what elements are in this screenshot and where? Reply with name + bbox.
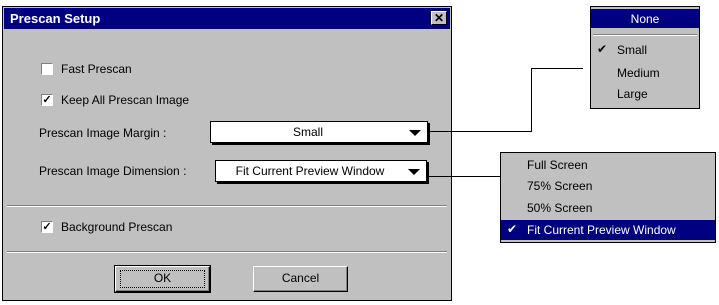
title-bar[interactable]: Prescan Setup ✕: [4, 8, 450, 29]
divider: [7, 251, 447, 253]
dimension-popup-menu: Full Screen 75% Screen 50% Screen ✔ Fit …: [500, 152, 716, 243]
dialog-title: Prescan Setup: [10, 11, 101, 26]
cancel-button[interactable]: Cancel: [253, 266, 348, 292]
connector-line: [531, 68, 583, 69]
menu-item-small[interactable]: ✔ Small: [591, 40, 699, 60]
background-prescan-label: Background Prescan: [61, 220, 173, 234]
check-icon: ✔: [507, 222, 518, 236]
menu-item-75-screen[interactable]: 75% Screen: [501, 176, 715, 196]
margin-popup-menu: None ✔ Small Medium Large: [590, 6, 700, 109]
connector-line: [428, 131, 532, 132]
fast-prescan-label: Fast Prescan: [61, 62, 132, 76]
menu-separator: [593, 34, 697, 36]
fast-prescan-checkbox[interactable]: [41, 63, 53, 75]
menu-item-none[interactable]: None: [591, 9, 699, 28]
dimension-value: Fit Current Preview Window: [235, 164, 385, 178]
margin-value: Small: [292, 125, 323, 139]
divider: [7, 205, 447, 207]
cancel-label: Cancel: [281, 271, 320, 285]
ok-button[interactable]: OK: [114, 265, 211, 293]
focus-rect: [120, 270, 205, 288]
close-button[interactable]: ✕: [431, 11, 447, 25]
margin-dropdown[interactable]: Small: [210, 121, 428, 143]
menu-item-medium[interactable]: Medium: [591, 63, 699, 83]
dimension-label: Prescan Image Dimension :: [39, 164, 187, 178]
margin-label: Prescan Image Margin :: [39, 126, 167, 140]
menu-item-fit-current-preview-window[interactable]: ✔ Fit Current Preview Window: [501, 220, 715, 240]
chevron-down-icon: [409, 130, 421, 136]
menu-item-50-screen[interactable]: 50% Screen: [501, 198, 715, 218]
connector-line: [531, 68, 532, 132]
background-prescan-checkbox[interactable]: ✓: [41, 221, 53, 233]
check-icon: ✔: [597, 42, 608, 56]
chevron-down-icon: [408, 169, 420, 175]
keep-all-prescan-label: Keep All Prescan Image: [61, 93, 190, 107]
dimension-dropdown[interactable]: Fit Current Preview Window: [215, 160, 427, 182]
keep-all-prescan-checkbox[interactable]: ✓: [41, 94, 53, 106]
prescan-setup-dialog: Prescan Setup ✕ Fast Prescan ✓ Keep All …: [2, 6, 452, 301]
menu-item-full-screen[interactable]: Full Screen: [501, 155, 715, 175]
menu-item-large[interactable]: Large: [591, 84, 699, 104]
